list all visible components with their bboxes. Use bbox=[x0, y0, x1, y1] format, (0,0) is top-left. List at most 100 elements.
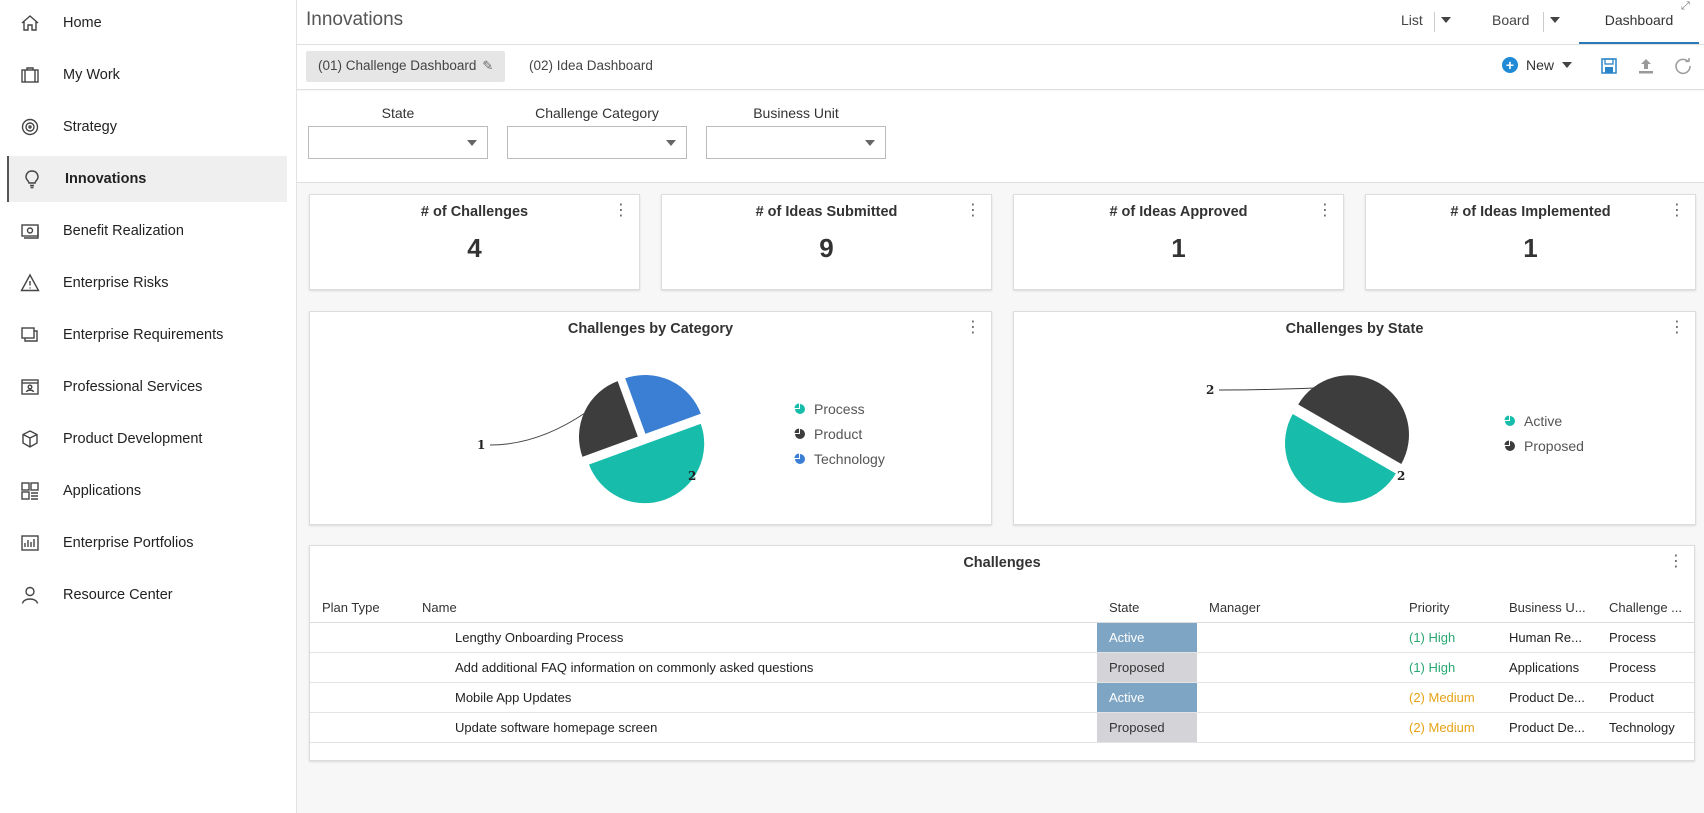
legend-item-technology[interactable]: Technology bbox=[794, 446, 885, 471]
filter-bar: State Challenge Category Business Unit bbox=[297, 91, 1704, 183]
view-list-button[interactable]: List bbox=[1401, 12, 1423, 28]
kpi-card-ideas-submitted: # of Ideas Submitted ⋮ 9 bbox=[661, 194, 992, 290]
legend-pie-icon bbox=[1504, 440, 1515, 451]
cell-name[interactable]: Update software homepage screen bbox=[455, 720, 657, 735]
sidebar-item-label: My Work bbox=[63, 67, 120, 83]
table-row[interactable]: Lengthy Onboarding Process Active (1) Hi… bbox=[310, 623, 1694, 653]
upload-icon[interactable] bbox=[1637, 57, 1657, 77]
expand-icon[interactable]: ⤢ bbox=[1681, 0, 1690, 13]
kpi-card-ideas-approved: # of Ideas Approved ⋮ 1 bbox=[1013, 194, 1344, 290]
column-header-name[interactable]: Name bbox=[422, 600, 457, 615]
column-header-priority[interactable]: Priority bbox=[1409, 600, 1449, 615]
sidebar-item-applications[interactable]: Applications bbox=[7, 468, 287, 514]
cell-state-proposed: Proposed bbox=[1097, 713, 1197, 742]
kpi-card-ideas-implemented: # of Ideas Implemented ⋮ 1 bbox=[1365, 194, 1696, 290]
legend-item-active[interactable]: Active bbox=[1504, 408, 1584, 433]
cell-name[interactable]: Mobile App Updates bbox=[455, 690, 571, 705]
sidebar-item-home[interactable]: Home bbox=[7, 0, 287, 46]
state-filter: State bbox=[308, 105, 488, 159]
business-unit-filter-label: Business Unit bbox=[753, 105, 839, 121]
column-header-challenge-category[interactable]: Challenge ... bbox=[1609, 600, 1682, 615]
warning-icon bbox=[19, 272, 41, 294]
home-icon bbox=[19, 12, 41, 34]
sidebar-item-label: Enterprise Portfolios bbox=[63, 535, 194, 551]
sidebar-item-benefit-realization[interactable]: Benefit Realization bbox=[7, 208, 287, 254]
tab-challenge-dashboard[interactable]: (01) Challenge Dashboard ✎ bbox=[306, 51, 506, 82]
cell-category: Process bbox=[1609, 660, 1656, 675]
legend-pie-icon bbox=[794, 453, 805, 464]
table-row[interactable]: Mobile App Updates Active (2) Medium Pro… bbox=[310, 683, 1694, 713]
data-label: 2 bbox=[1206, 383, 1214, 397]
target-icon bbox=[19, 116, 41, 138]
legend-label: Active bbox=[1524, 412, 1563, 429]
category-filter-label: Challenge Category bbox=[535, 105, 659, 121]
kpi-value: 9 bbox=[819, 233, 834, 263]
sidebar-item-resource-center[interactable]: Resource Center bbox=[7, 572, 287, 618]
pie-chart-by-state: 22 bbox=[1206, 374, 1410, 504]
sidebar-item-professional-services[interactable]: Professional Services bbox=[7, 364, 287, 410]
sidebar-item-strategy[interactable]: Strategy bbox=[7, 104, 287, 150]
column-header-state[interactable]: State bbox=[1109, 600, 1139, 615]
cell-state-active: Active bbox=[1097, 623, 1197, 652]
sidebar-item-label: Benefit Realization bbox=[63, 223, 184, 239]
sidebar-item-label: Product Development bbox=[63, 431, 203, 447]
data-label: 2 bbox=[688, 469, 696, 483]
new-button[interactable]: + New bbox=[1502, 57, 1573, 73]
column-header-plan-type[interactable]: Plan Type bbox=[322, 600, 380, 615]
view-board-button[interactable]: Board bbox=[1492, 12, 1529, 28]
more-options-icon[interactable]: ⋮ bbox=[965, 203, 981, 219]
pencil-icon[interactable]: ✎ bbox=[482, 58, 493, 74]
chevron-down-icon bbox=[865, 140, 875, 146]
sidebar-item-enterprise-portfolios[interactable]: Enterprise Portfolios bbox=[7, 520, 287, 566]
kpi-title: # of Ideas Approved bbox=[1109, 204, 1248, 220]
table-row[interactable]: Update software homepage screen Proposed… bbox=[310, 713, 1694, 743]
more-options-icon[interactable]: ⋮ bbox=[1668, 554, 1684, 570]
lightbulb-icon bbox=[21, 168, 43, 190]
state-filter-label: State bbox=[381, 105, 415, 121]
legend-label: Product bbox=[814, 425, 863, 442]
column-header-business-unit[interactable]: Business U... bbox=[1509, 600, 1586, 615]
legend-item-proposed[interactable]: Proposed bbox=[1504, 433, 1584, 458]
cell-priority: (2) Medium bbox=[1409, 690, 1475, 705]
sidebar-item-my-work[interactable]: My Work bbox=[7, 52, 287, 98]
refresh-icon[interactable] bbox=[1674, 57, 1694, 77]
sidebar-item-enterprise-requirements[interactable]: Enterprise Requirements bbox=[7, 312, 287, 358]
cell-business-unit: Applications bbox=[1509, 660, 1580, 675]
cell-category: Process bbox=[1609, 630, 1656, 645]
sidebar-item-label: Innovations bbox=[65, 171, 147, 187]
more-options-icon[interactable]: ⋮ bbox=[613, 203, 629, 219]
sidebar-item-label: Applications bbox=[63, 483, 142, 499]
board-dropdown-caret[interactable] bbox=[1550, 17, 1560, 23]
business-unit-select[interactable] bbox=[706, 126, 886, 159]
legend-item-product[interactable]: Product bbox=[794, 421, 885, 446]
tab-idea-dashboard[interactable]: (02) Idea Dashboard bbox=[517, 51, 665, 82]
sidebar-item-enterprise-risks[interactable]: Enterprise Risks bbox=[7, 260, 287, 306]
table-header: Plan Type Name State Manager Priority Bu… bbox=[310, 593, 1694, 623]
save-icon[interactable] bbox=[1600, 57, 1620, 77]
state-select[interactable] bbox=[308, 126, 488, 159]
list-dropdown-caret[interactable] bbox=[1441, 17, 1451, 23]
more-options-icon[interactable]: ⋮ bbox=[1669, 203, 1685, 219]
id-card-icon bbox=[19, 376, 41, 398]
sidebar: Home My Work Strategy Innovations Benefi… bbox=[0, 0, 297, 813]
kpi-title: # of Challenges bbox=[420, 204, 529, 220]
cell-name[interactable]: Add additional FAQ information on common… bbox=[455, 660, 813, 675]
sidebar-item-product-development[interactable]: Product Development bbox=[7, 416, 287, 462]
cell-priority: (1) High bbox=[1409, 630, 1456, 645]
sidebar-item-innovations[interactable]: Innovations bbox=[7, 156, 287, 202]
column-header-manager[interactable]: Manager bbox=[1209, 600, 1260, 615]
chart-legend: Process Product Technology bbox=[794, 396, 885, 471]
pie-slice-technology[interactable] bbox=[623, 374, 703, 436]
sidebar-item-label: Enterprise Requirements bbox=[63, 327, 224, 343]
chevron-down-icon bbox=[1562, 62, 1573, 68]
person-icon bbox=[19, 584, 41, 606]
category-select[interactable] bbox=[507, 126, 687, 159]
table-row[interactable]: Add additional FAQ information on common… bbox=[310, 653, 1694, 683]
legend-item-process[interactable]: Process bbox=[794, 396, 885, 421]
kpi-card-challenges: # of Challenges ⋮ 4 bbox=[309, 194, 640, 290]
chevron-down-icon bbox=[467, 140, 477, 146]
cell-state-proposed: Proposed bbox=[1097, 653, 1197, 682]
more-options-icon[interactable]: ⋮ bbox=[1317, 203, 1333, 219]
challenges-table-card: Challenges ⋮ Plan Type Name State Manage… bbox=[309, 545, 1695, 761]
cell-name[interactable]: Lengthy Onboarding Process bbox=[455, 630, 623, 645]
